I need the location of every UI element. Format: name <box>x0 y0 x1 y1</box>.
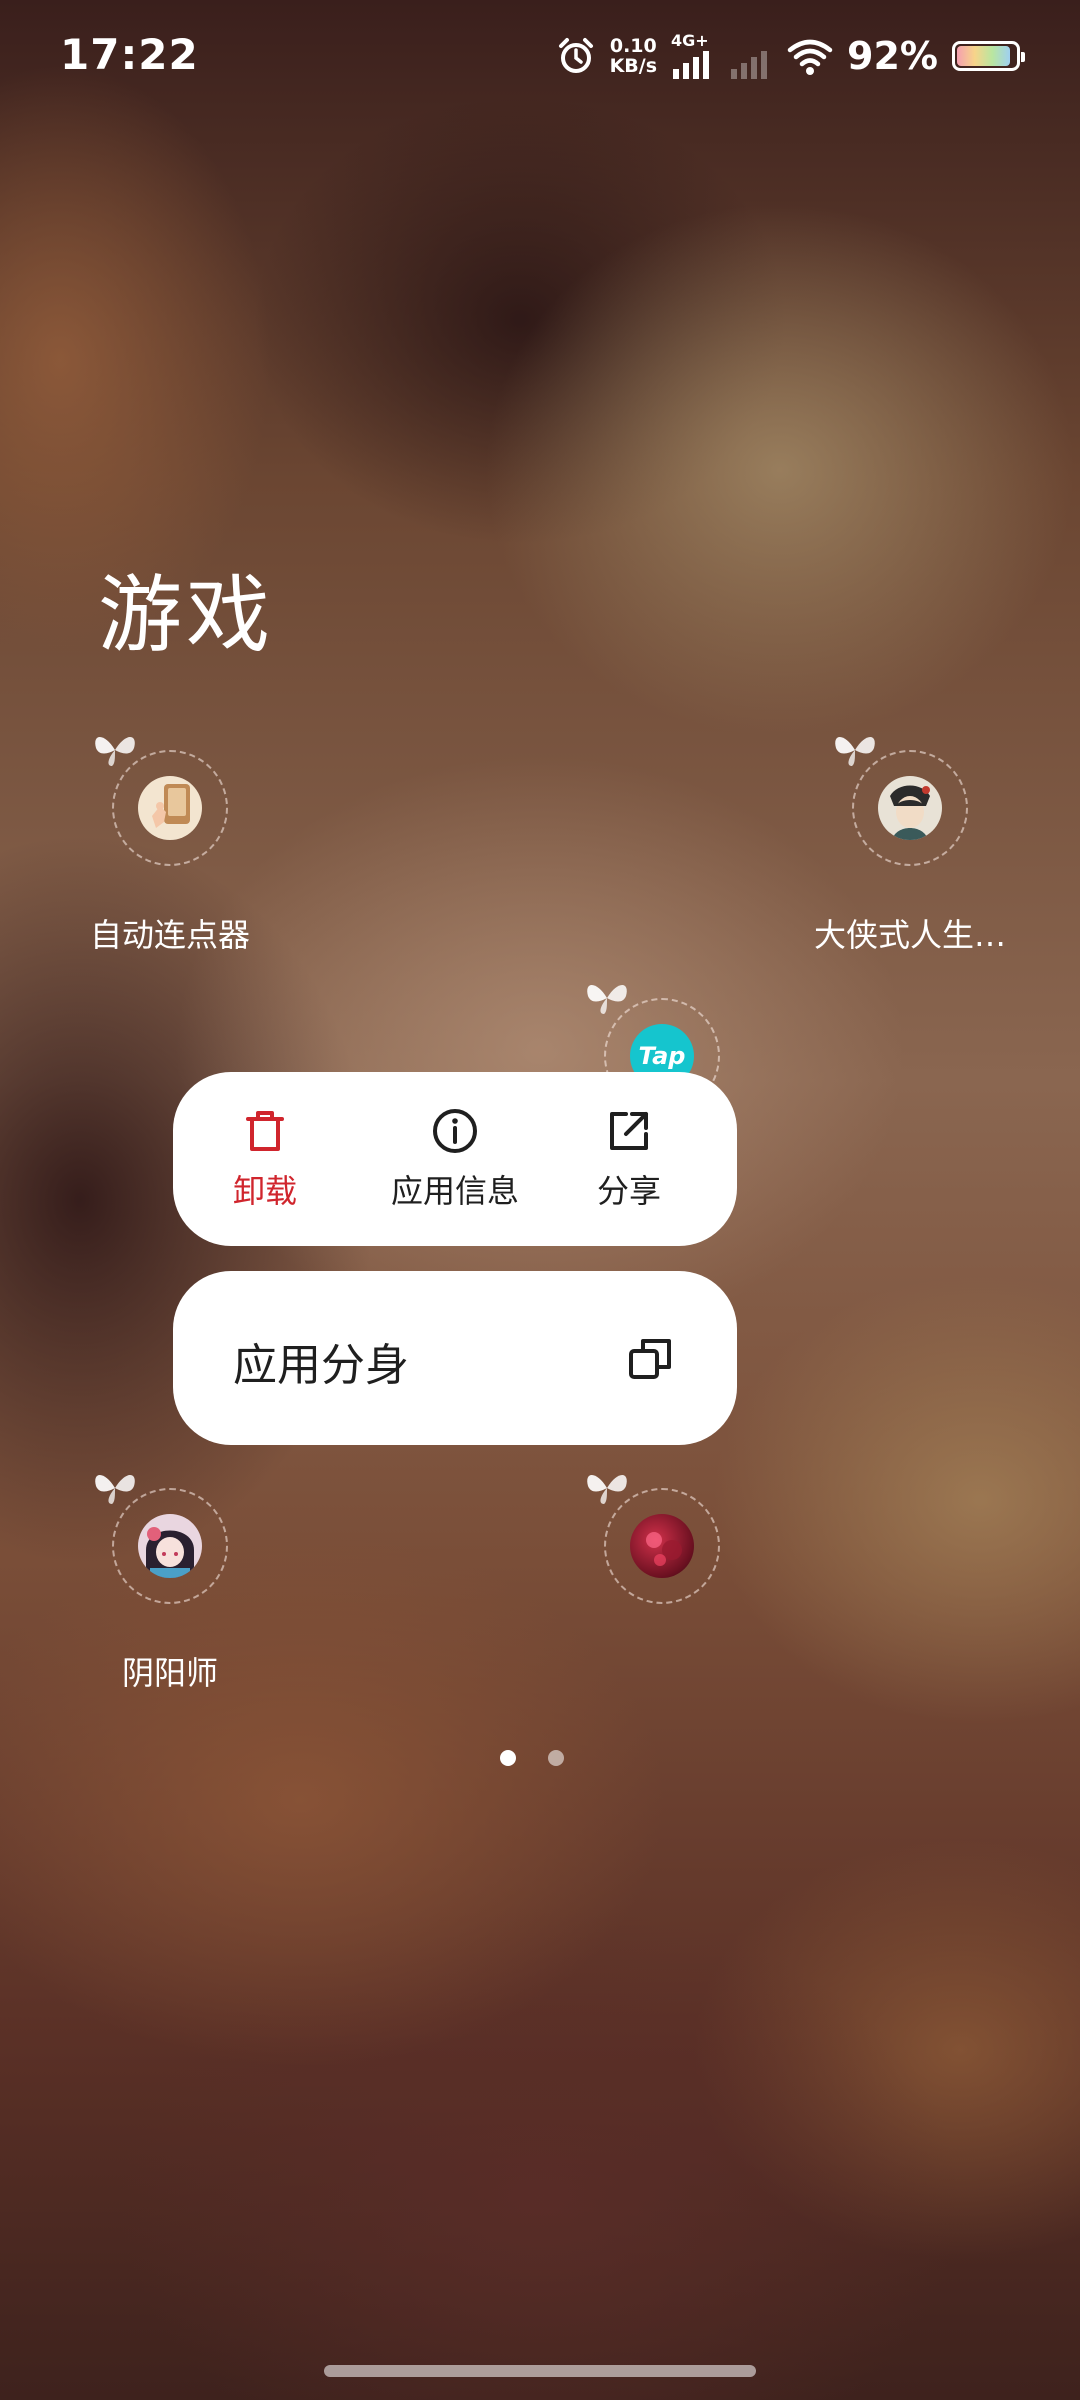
app-auto-clicker[interactable]: 自动连点器 <box>60 720 280 954</box>
share-label: 分享 <box>596 1172 661 1210</box>
app-hero-life[interactable]: 大侠式人生… <box>800 720 1020 954</box>
battery-level-fill <box>957 46 1011 66</box>
net-speed-unit: KB/s <box>609 55 658 77</box>
cellular-signal-1: 4G+ <box>671 33 715 79</box>
app-clone-label: 应用分身 <box>233 1340 409 1391</box>
app-label: 自动连点器 <box>89 916 250 954</box>
battery-icon <box>952 41 1025 71</box>
home-screen: 17:22 0.10 KB/s 4G+ 92% 游戏 自动连点器 大侠式人生… … <box>0 0 1080 2400</box>
app-info-button[interactable]: 应用信息 <box>365 1106 545 1226</box>
onmyoji-icon <box>138 1514 202 1578</box>
signal-bars-icon <box>673 51 710 79</box>
app-onmyoji[interactable]: 阴阳师 <box>60 1458 280 1692</box>
app-red-game[interactable] <box>552 1458 772 1678</box>
app-info-label: 应用信息 <box>390 1172 519 1210</box>
context-menu-actions: 卸载 应用信息 分享 <box>173 1072 737 1246</box>
hero-life-game-icon <box>878 776 942 840</box>
auto-clicker-icon <box>138 776 202 840</box>
net-speed-value: 0.10 <box>609 35 657 57</box>
app-label: 阴阳师 <box>121 1654 218 1692</box>
page-dot-2[interactable] <box>548 1750 564 1766</box>
uninstall-label: 卸载 <box>232 1172 297 1210</box>
uninstall-button[interactable]: 卸载 <box>175 1106 355 1226</box>
page-dot-1[interactable] <box>500 1750 516 1766</box>
share-icon <box>610 1112 648 1150</box>
status-bar: 17:22 0.10 KB/s 4G+ 92% <box>0 0 1080 110</box>
net-speed: 0.10 KB/s <box>610 36 657 76</box>
network-type: 4G+ <box>671 31 709 50</box>
app-clone-button[interactable]: 应用分身 <box>173 1271 737 1445</box>
alarm-clock-icon <box>558 38 593 73</box>
share-button[interactable]: 分享 <box>539 1106 719 1226</box>
clone-icon <box>629 1339 671 1379</box>
wifi-icon <box>787 39 833 75</box>
home-gesture-bar[interactable] <box>324 2365 756 2377</box>
info-icon <box>433 1109 477 1153</box>
trash-icon <box>246 1111 284 1151</box>
folder-title[interactable]: 游戏 <box>98 548 274 669</box>
red-game-icon <box>630 1514 694 1578</box>
page-indicator <box>500 1750 564 1770</box>
status-icons: 0.10 KB/s 4G+ 92% <box>556 28 1025 84</box>
status-time: 17:22 <box>60 30 199 79</box>
battery-percent: 92% <box>847 34 938 78</box>
signal-bars-empty-icon <box>731 51 768 79</box>
app-label: 大侠式人生… <box>813 916 1006 954</box>
tap-icon-text: Tap <box>638 1042 686 1070</box>
